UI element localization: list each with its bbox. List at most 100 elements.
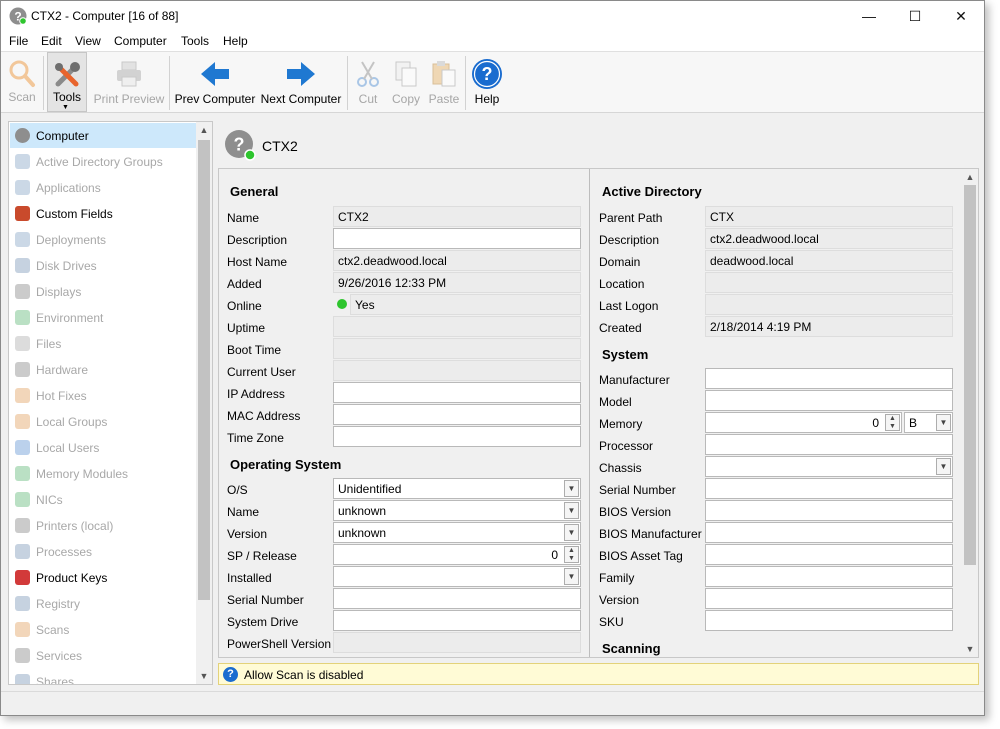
svg-text:?: ? bbox=[482, 64, 493, 84]
scroll-down-icon[interactable]: ▼ bbox=[962, 641, 978, 657]
memory-value: 0 bbox=[872, 416, 879, 430]
online-label: Online bbox=[227, 299, 262, 313]
sidebar-item-files[interactable]: Files bbox=[10, 331, 196, 356]
sidebar-item-applications[interactable]: Applications bbox=[10, 175, 196, 200]
sidebar-item-local-groups[interactable]: Local Groups bbox=[10, 409, 196, 434]
online-field: Yes bbox=[350, 294, 581, 315]
sidebar-item-computer[interactable]: Computer bbox=[10, 123, 196, 148]
bios-asset-tag-field[interactable] bbox=[705, 544, 953, 565]
sidebar-item-active-directory-groups[interactable]: Active Directory Groups bbox=[10, 149, 196, 174]
os-version-select[interactable]: unknown ▼ bbox=[333, 522, 581, 543]
menu-tools[interactable]: Tools bbox=[181, 34, 209, 48]
sidebar-item-local-users[interactable]: Local Users bbox=[10, 435, 196, 460]
menu-view[interactable]: View bbox=[75, 34, 101, 48]
online-status-dot-icon bbox=[337, 299, 347, 309]
uptime-label: Uptime bbox=[227, 321, 266, 335]
scroll-up-icon[interactable]: ▲ bbox=[196, 122, 212, 138]
copy-button[interactable]: Copy bbox=[389, 52, 423, 112]
os-select[interactable]: Unidentified ▼ bbox=[333, 478, 581, 499]
sidebar-item-displays[interactable]: Displays bbox=[10, 279, 196, 304]
paste-button[interactable]: Paste bbox=[427, 52, 461, 112]
sidebar-item-processes[interactable]: Processes bbox=[10, 539, 196, 564]
sidebar-item-hardware[interactable]: Hardware bbox=[10, 357, 196, 382]
minimize-button[interactable]: — bbox=[846, 1, 892, 31]
sidebar-item-memory-modules[interactable]: Memory Modules bbox=[10, 461, 196, 486]
description-field[interactable] bbox=[333, 228, 581, 249]
sidebar-item-disk-drives[interactable]: Disk Drives bbox=[10, 253, 196, 278]
sidebar-item-registry[interactable]: Registry bbox=[10, 591, 196, 616]
scan-button[interactable]: Scan bbox=[4, 52, 40, 112]
chevron-down-icon[interactable]: ▼ bbox=[936, 458, 951, 475]
scroll-thumb[interactable] bbox=[198, 140, 210, 600]
prev-computer-label: Prev Computer bbox=[174, 92, 256, 106]
print-preview-button[interactable]: Print Preview bbox=[93, 52, 165, 112]
os-version-value: unknown bbox=[338, 526, 387, 540]
menu-computer[interactable]: Computer bbox=[114, 34, 167, 48]
next-computer-button[interactable]: Next Computer bbox=[259, 52, 343, 112]
sku-field[interactable] bbox=[705, 610, 953, 631]
sidebar-item-printers-local[interactable]: Printers (local) bbox=[10, 513, 196, 538]
spinner-icon[interactable]: ▲ ▼ bbox=[885, 414, 900, 431]
sidebar-item-custom-fields[interactable]: Custom Fields bbox=[10, 201, 196, 226]
bios-version-field[interactable] bbox=[705, 500, 953, 521]
sidebar-item-services[interactable]: Services bbox=[10, 643, 196, 668]
scissors-icon bbox=[357, 61, 379, 87]
prev-computer-button[interactable]: Prev Computer bbox=[173, 52, 257, 112]
location-field bbox=[705, 272, 953, 293]
close-button[interactable]: ✕ bbox=[938, 1, 984, 31]
sidebar-item-shares[interactable]: Shares bbox=[10, 669, 196, 684]
time-zone-field[interactable] bbox=[333, 426, 581, 447]
scroll-down-icon[interactable]: ▼ bbox=[196, 668, 212, 684]
processor-field[interactable] bbox=[705, 434, 953, 455]
maximize-button[interactable]: ☐ bbox=[892, 1, 938, 31]
scroll-thumb[interactable] bbox=[964, 185, 976, 565]
menu-help[interactable]: Help bbox=[223, 34, 248, 48]
sidebar-item-deployments[interactable]: Deployments bbox=[10, 227, 196, 252]
chevron-down-icon[interactable]: ▼ bbox=[564, 524, 579, 541]
family-field[interactable] bbox=[705, 566, 953, 587]
help-button[interactable]: ? Help bbox=[469, 52, 505, 112]
os-serial-field[interactable] bbox=[333, 588, 581, 609]
manufacturer-field[interactable] bbox=[705, 368, 953, 389]
sidebar-item-environment[interactable]: Environment bbox=[10, 305, 196, 330]
sidebar-item-scans[interactable]: Scans bbox=[10, 617, 196, 642]
bios-manufacturer-field[interactable] bbox=[705, 522, 953, 543]
os-name-select[interactable]: unknown ▼ bbox=[333, 500, 581, 521]
memory-unit-select[interactable]: B ▼ bbox=[904, 412, 953, 433]
bottom-status-bar bbox=[1, 691, 984, 715]
chassis-select[interactable]: ▼ bbox=[705, 456, 953, 477]
sp-release-stepper[interactable]: 0 ▲ ▼ bbox=[333, 544, 581, 565]
detail-scrollbar[interactable]: ▲ ▼ bbox=[962, 169, 978, 657]
menu-file[interactable]: File bbox=[9, 34, 28, 48]
scroll-up-icon[interactable]: ▲ bbox=[962, 169, 978, 185]
tools-button[interactable]: Tools ▼ bbox=[47, 52, 87, 112]
chevron-down-icon[interactable]: ▼ bbox=[564, 568, 579, 585]
memory-stepper[interactable]: 0 ▲ ▼ bbox=[705, 412, 902, 433]
system-version-label: Version bbox=[599, 593, 640, 607]
sidebar-item-hot-fixes[interactable]: Hot Fixes bbox=[10, 383, 196, 408]
sidebar-item-nics[interactable]: NICs bbox=[10, 487, 196, 512]
installed-date-picker[interactable]: ▼ bbox=[333, 566, 581, 587]
name-field: CTX2 bbox=[333, 206, 581, 227]
mac-address-field[interactable] bbox=[333, 404, 581, 425]
system-serial-field[interactable] bbox=[705, 478, 953, 499]
model-label: Model bbox=[599, 395, 632, 409]
menu-edit[interactable]: Edit bbox=[41, 34, 62, 48]
status-message-bar: ? Allow Scan is disabled bbox=[218, 663, 979, 685]
dropdown-arrow-icon: ▼ bbox=[62, 104, 69, 111]
chevron-down-icon[interactable]: ▼ bbox=[564, 480, 579, 497]
cut-button[interactable]: Cut bbox=[351, 52, 385, 112]
chevron-down-icon[interactable]: ▼ bbox=[564, 502, 579, 519]
sidebar-scrollbar[interactable]: ▲ ▼ bbox=[196, 122, 212, 684]
help-label: Help bbox=[474, 92, 500, 106]
ip-address-field[interactable] bbox=[333, 382, 581, 403]
system-version-field[interactable] bbox=[705, 588, 953, 609]
keys-icon bbox=[15, 570, 30, 585]
ad-description-label: Description bbox=[599, 233, 660, 247]
sidebar-item-product-keys[interactable]: Product Keys bbox=[10, 565, 196, 590]
printer-icon bbox=[15, 518, 30, 533]
spinner-icon[interactable]: ▲ ▼ bbox=[564, 546, 579, 563]
system-drive-field[interactable] bbox=[333, 610, 581, 631]
chevron-down-icon[interactable]: ▼ bbox=[936, 414, 951, 431]
model-field[interactable] bbox=[705, 390, 953, 411]
